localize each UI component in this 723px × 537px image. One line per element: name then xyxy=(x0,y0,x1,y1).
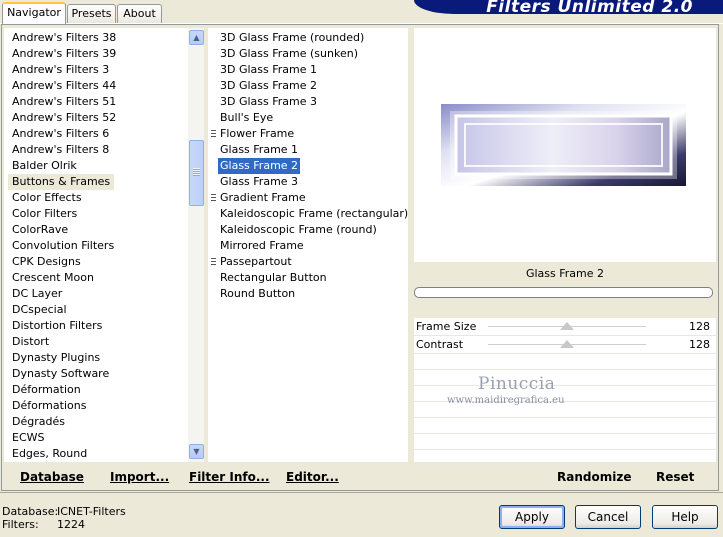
filter-list[interactable]: 3D Glass Frame (rounded) 3D Glass Frame (… xyxy=(208,28,408,462)
param-label: Frame Size xyxy=(416,320,477,333)
filter-item[interactable]: Kaleidoscopic Frame (rectangular) xyxy=(218,206,408,222)
status-filters-value: 1224 xyxy=(57,518,85,531)
watermark-url: www.maidiregrafica.eu xyxy=(447,395,565,406)
category-item[interactable]: DCspecial xyxy=(8,302,71,318)
bottom-separator xyxy=(0,492,723,493)
randomize-button[interactable]: Randomize xyxy=(557,468,631,486)
filter-item[interactable]: Kaleidoscopic Frame (round) xyxy=(218,222,379,238)
param-row-empty xyxy=(414,418,716,434)
reset-button[interactable]: Reset xyxy=(656,468,694,486)
category-item[interactable]: Dynasty Plugins xyxy=(8,350,104,366)
category-item[interactable]: Edges, Round xyxy=(8,446,91,462)
category-item[interactable]: Déformation xyxy=(8,382,85,398)
category-item[interactable]: Convolution Filters xyxy=(8,238,118,254)
category-item[interactable]: Andrew's Filters 51 xyxy=(8,94,120,110)
watermark-name: Pinuccia xyxy=(478,374,556,394)
category-item[interactable]: Andrew's Filters 8 xyxy=(8,142,113,158)
category-item[interactable]: Andrew's Filters 6 xyxy=(8,126,113,142)
category-item[interactable]: Color Filters xyxy=(8,206,81,222)
param-label: Contrast xyxy=(416,338,464,351)
category-item[interactable]: Andrew's Filters 44 xyxy=(8,78,120,94)
chevron-down-icon: ▼ xyxy=(193,447,200,456)
filter-group-marker-icon xyxy=(211,258,216,267)
category-item[interactable]: ColorRave xyxy=(8,222,72,238)
filter-item[interactable]: Glass Frame 2 xyxy=(218,158,301,174)
preview-box xyxy=(414,28,716,262)
filter-item[interactable]: Bull's Eye xyxy=(218,110,275,126)
category-item[interactable]: ECWS xyxy=(8,430,49,446)
filter-item[interactable]: 3D Glass Frame 3 xyxy=(218,94,319,110)
param-row-empty xyxy=(414,354,716,370)
param-value: 128 xyxy=(689,320,710,333)
status-database-label: Database: xyxy=(2,505,59,518)
category-item[interactable]: CPK Designs xyxy=(8,254,85,270)
filter-item[interactable]: Glass Frame 3 xyxy=(218,174,300,190)
category-item[interactable]: Color Effects xyxy=(8,190,86,206)
filter-item[interactable]: Glass Frame 1 xyxy=(218,142,300,158)
category-list[interactable]: Andrew's Filters 38 Andrew's Filters 39 An… xyxy=(4,28,204,462)
category-item[interactable]: Dynasty Software xyxy=(8,366,113,382)
editor-button[interactable]: Editor... xyxy=(286,468,339,486)
category-item[interactable]: Balder Olrik xyxy=(8,158,81,174)
category-item[interactable]: DC Layer xyxy=(8,286,66,302)
params-area: Frame Size 128 Contrast 128 xyxy=(414,318,716,466)
category-item[interactable]: Andrew's Filters 38 xyxy=(8,30,120,46)
category-item[interactable]: Crescent Moon xyxy=(8,270,98,286)
tab-navigator[interactable]: Navigator xyxy=(2,2,66,24)
category-item[interactable]: Déformations xyxy=(8,398,90,414)
apply-button[interactable]: Apply xyxy=(499,505,565,529)
scrollbar-thumb[interactable] xyxy=(189,140,204,206)
param-row[interactable]: Frame Size 128 xyxy=(414,318,716,336)
filter-info-button[interactable]: Filter Info... xyxy=(189,468,270,486)
filter-item[interactable]: Flower Frame xyxy=(218,126,296,142)
filter-item[interactable]: Mirrored Frame xyxy=(218,238,306,254)
param-row-empty xyxy=(414,370,716,386)
param-row-empty xyxy=(414,434,716,450)
brand-title: Filters Unlimited 2.0 xyxy=(486,0,693,14)
filter-group-marker-icon xyxy=(211,130,216,139)
filter-group-marker-icon xyxy=(211,194,216,203)
category-item[interactable]: Andrew's Filters 52 xyxy=(8,110,120,126)
param-value: 128 xyxy=(689,338,710,351)
param-row-empty xyxy=(414,450,716,466)
status-filters-label: Filters: xyxy=(2,518,39,531)
help-button[interactable]: Help xyxy=(652,505,718,529)
tab-about[interactable]: About xyxy=(117,4,162,23)
brand-banner: Filters Unlimited 2.0 xyxy=(414,0,723,14)
category-scrollbar[interactable]: ▲ ▼ xyxy=(188,28,204,462)
preview-image xyxy=(441,104,686,186)
filter-item[interactable]: Gradient Frame xyxy=(218,190,308,206)
category-item[interactable]: Distort xyxy=(8,334,53,350)
filter-item[interactable]: 3D Glass Frame 1 xyxy=(218,62,319,78)
chevron-up-icon: ▲ xyxy=(193,33,200,42)
database-button[interactable]: Database xyxy=(20,468,84,486)
filter-item[interactable]: Round Button xyxy=(218,286,297,302)
param-slider-thumb[interactable] xyxy=(560,322,575,330)
tab-presets[interactable]: Presets xyxy=(67,4,116,23)
import-button[interactable]: Import... xyxy=(110,468,169,486)
category-item[interactable]: Andrew's Filters 39 xyxy=(8,46,120,62)
filter-item[interactable]: Passepartout xyxy=(218,254,294,270)
scroll-up-button[interactable]: ▲ xyxy=(189,30,204,45)
progress-bar xyxy=(414,287,713,298)
cancel-button[interactable]: Cancel xyxy=(575,505,641,529)
category-item[interactable]: Buttons & Frames xyxy=(8,174,115,190)
filter-item[interactable]: Rectangular Button xyxy=(218,270,329,286)
filter-item[interactable]: 3D Glass Frame (sunken) xyxy=(218,46,360,62)
selected-filter-name: Glass Frame 2 xyxy=(414,262,716,284)
category-item[interactable]: Distortion Filters xyxy=(8,318,106,334)
param-row[interactable]: Contrast 128 xyxy=(414,336,716,354)
filter-item[interactable]: 3D Glass Frame (rounded) xyxy=(218,30,366,46)
scroll-down-button[interactable]: ▼ xyxy=(189,444,204,459)
category-item[interactable]: Dégradés xyxy=(8,414,69,430)
grip-icon xyxy=(193,168,200,176)
category-item[interactable]: Andrew's Filters 3 xyxy=(8,62,113,78)
status-database-value: ICNET-Filters xyxy=(57,505,126,518)
filter-item[interactable]: 3D Glass Frame 2 xyxy=(218,78,319,94)
param-slider-thumb[interactable] xyxy=(560,340,575,348)
